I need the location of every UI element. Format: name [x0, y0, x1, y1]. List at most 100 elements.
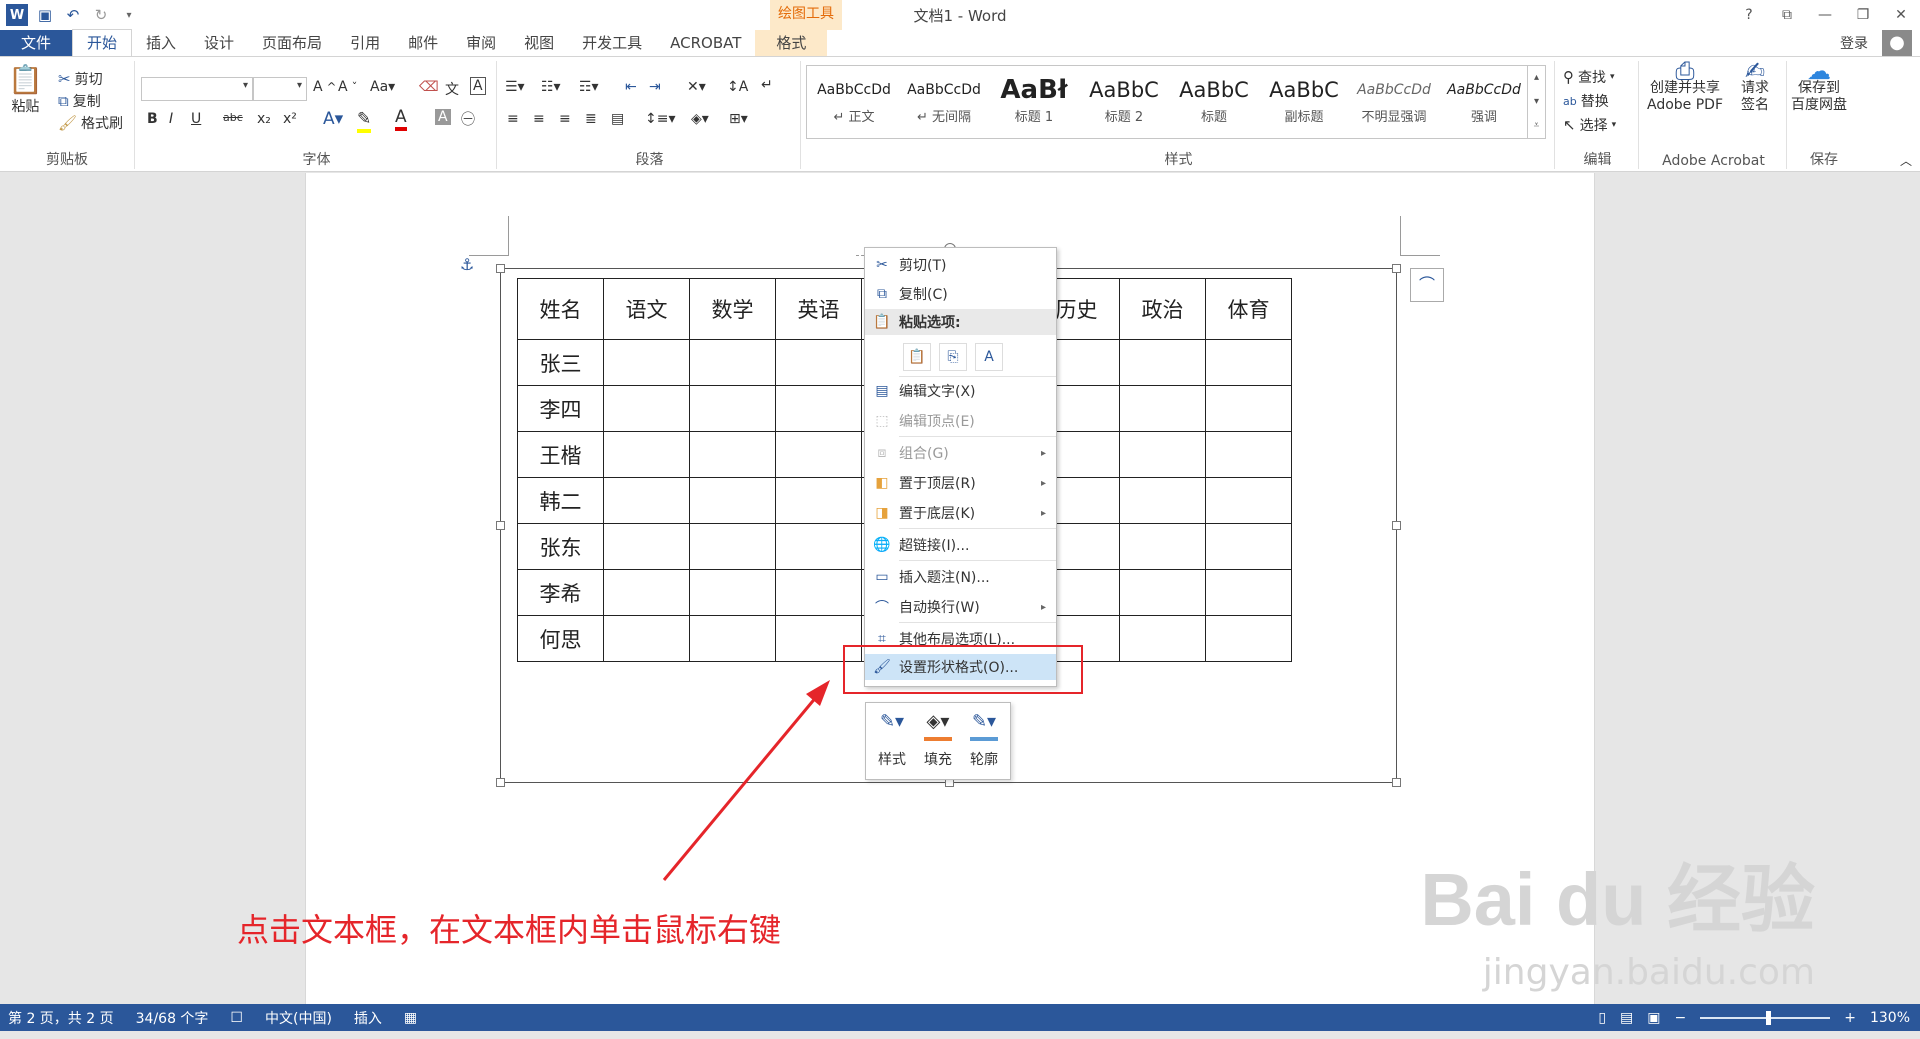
tab-design[interactable]: 设计: [190, 30, 248, 56]
text-effects-icon[interactable]: A▾: [323, 109, 343, 129]
zoom-slider[interactable]: [1700, 1010, 1831, 1025]
scroll-up-icon[interactable]: ▴: [1528, 66, 1545, 90]
tab-developer[interactable]: 开发工具: [568, 30, 656, 56]
tab-format[interactable]: 格式: [755, 30, 828, 56]
redo-icon[interactable]: ↻: [90, 4, 112, 26]
enclose-char-icon[interactable]: ㊀: [461, 109, 475, 129]
multilevel-list-icon[interactable]: ☶▾: [579, 79, 599, 95]
resize-handle-bl[interactable]: [496, 778, 505, 787]
minimize-button[interactable]: —: [1806, 0, 1844, 30]
user-avatar-icon[interactable]: ●: [1882, 30, 1912, 56]
table-header-cell[interactable]: 语文: [603, 278, 690, 340]
table-name-cell[interactable]: 李四: [517, 385, 604, 432]
table-cell[interactable]: [603, 385, 690, 432]
align-right-icon[interactable]: ≡: [559, 111, 571, 127]
ribbon-display-button[interactable]: ⧉: [1768, 0, 1806, 30]
help-button[interactable]: ?: [1730, 0, 1768, 30]
find-button[interactable]: ⚲ 查找 ▾: [1563, 67, 1615, 87]
word-count[interactable]: 34/68 个字: [136, 1008, 209, 1028]
borders-icon[interactable]: ⊞▾: [729, 111, 748, 127]
table-cell[interactable]: [775, 431, 862, 478]
show-marks-icon[interactable]: ↵: [761, 77, 773, 93]
font-size-select[interactable]: ▾: [253, 77, 307, 101]
paste-button[interactable]: 📋 粘贴: [8, 63, 43, 116]
table-cell[interactable]: [689, 477, 776, 524]
table-cell[interactable]: [1119, 615, 1206, 662]
menu-item-wrap-text[interactable]: ⌒ 自动换行(W) ▸: [865, 594, 1056, 620]
table-cell[interactable]: [603, 615, 690, 662]
table-cell[interactable]: [603, 569, 690, 616]
copy-button[interactable]: ⧉ 复制: [58, 91, 101, 111]
resize-handle-br[interactable]: [1392, 778, 1401, 787]
resize-handle-tr[interactable]: [1392, 264, 1401, 273]
align-center-icon[interactable]: ≡: [533, 111, 545, 127]
table-name-cell[interactable]: 张三: [517, 339, 604, 386]
replace-button[interactable]: ab 替换: [1563, 91, 1609, 111]
style-normal[interactable]: AaBbCcDd ↵ 正文: [809, 66, 899, 138]
table-cell[interactable]: [1205, 569, 1292, 616]
style-no-spacing[interactable]: AaBbCcDd ↵ 无间隔: [899, 66, 989, 138]
undo-icon[interactable]: ↶: [62, 4, 84, 26]
page-count[interactable]: 第 2 页，共 2 页: [8, 1008, 114, 1028]
line-spacing-icon[interactable]: ↕≡▾: [645, 111, 676, 127]
request-signature-button[interactable]: ✍ 请求 签名: [1741, 59, 1769, 114]
tab-home[interactable]: 开始: [72, 29, 133, 56]
shape-outline-button[interactable]: ✎▾ 轮廓: [962, 711, 1006, 769]
shrink-font-button[interactable]: Aˇ: [338, 79, 357, 95]
style-heading-1[interactable]: AaBł 标题 1: [989, 66, 1079, 138]
tab-mailings[interactable]: 邮件: [394, 30, 452, 56]
zoom-slider-knob[interactable]: [1766, 1010, 1772, 1025]
grow-font-button[interactable]: A ^: [313, 79, 336, 95]
zoom-level[interactable]: 130%: [1870, 1010, 1910, 1026]
close-button[interactable]: ✕: [1882, 0, 1920, 30]
sort-icon[interactable]: ↕A: [727, 79, 748, 95]
proofing-icon[interactable]: ☐: [230, 1010, 243, 1026]
web-layout-icon[interactable]: ▣: [1647, 1010, 1660, 1026]
menu-item-send-back[interactable]: ◨ 置于底层(K) ▸: [865, 500, 1056, 526]
table-cell[interactable]: [775, 523, 862, 570]
table-cell[interactable]: [689, 385, 776, 432]
paste-text-only-icon[interactable]: A: [975, 343, 1003, 371]
table-cell[interactable]: [1119, 431, 1206, 478]
save-baidu-button[interactable]: ☁ 保存到 百度网盘: [1791, 59, 1847, 114]
restore-button[interactable]: ❐: [1844, 0, 1882, 30]
increase-indent-icon[interactable]: ⇥: [649, 79, 661, 95]
styles-gallery-scroll[interactable]: ▴ ▾ ⩡: [1527, 66, 1545, 138]
macro-icon[interactable]: ▦: [404, 1010, 417, 1026]
font-color-icon[interactable]: A: [395, 107, 407, 131]
char-shading-icon[interactable]: A: [435, 109, 451, 125]
clear-format-icon[interactable]: ⌫: [419, 79, 439, 95]
login-link[interactable]: 登录: [1840, 33, 1868, 53]
table-cell[interactable]: [1119, 523, 1206, 570]
table-cell[interactable]: [1205, 339, 1292, 386]
menu-item-cut[interactable]: ✂ 剪切(T): [865, 252, 1056, 278]
menu-item-edit-text[interactable]: ▤ 编辑文字(X): [865, 378, 1056, 404]
table-cell[interactable]: [1119, 339, 1206, 386]
strikethrough-button[interactable]: abc: [223, 111, 243, 124]
style-emphasis[interactable]: AaBbCcDd 强调: [1439, 66, 1529, 138]
menu-item-copy[interactable]: ⧉ 复制(C): [865, 281, 1056, 307]
table-cell[interactable]: [775, 569, 862, 616]
table-cell[interactable]: [1205, 431, 1292, 478]
table-cell[interactable]: [689, 431, 776, 478]
phonetic-guide-icon[interactable]: 文: [445, 79, 459, 99]
more-styles-icon[interactable]: ⩡: [1528, 114, 1545, 138]
read-mode-icon[interactable]: ▯: [1598, 1010, 1606, 1026]
table-name-cell[interactable]: 张东: [517, 523, 604, 570]
tab-page-layout[interactable]: 页面布局: [248, 30, 336, 56]
cut-button[interactable]: ✂ 剪切: [58, 69, 103, 89]
numbering-icon[interactable]: ☷▾: [541, 79, 561, 95]
chinese-layout-icon[interactable]: ✕▾: [687, 79, 706, 95]
underline-button[interactable]: U: [191, 111, 201, 127]
superscript-button[interactable]: x²: [283, 111, 297, 127]
shading-icon[interactable]: ◈▾: [691, 111, 709, 127]
table-name-cell[interactable]: 王楷: [517, 431, 604, 478]
scroll-down-icon[interactable]: ▾: [1528, 90, 1545, 114]
tab-review[interactable]: 审阅: [452, 30, 510, 56]
bullets-icon[interactable]: ☰▾: [505, 79, 525, 95]
style-heading-2[interactable]: AaBbC 标题 2: [1079, 66, 1169, 138]
distributed-icon[interactable]: ▤: [611, 111, 624, 127]
resize-handle-mr[interactable]: [1392, 521, 1401, 530]
table-cell[interactable]: [689, 339, 776, 386]
save-icon[interactable]: ▣: [34, 4, 56, 26]
